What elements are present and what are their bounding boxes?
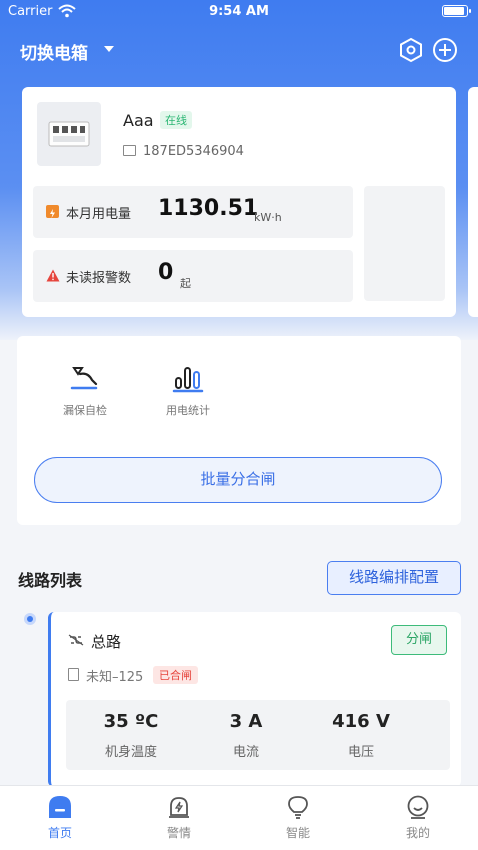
status-time: 9:54 AM — [209, 4, 269, 19]
status-bar: Carrier 9:54 AM — [0, 0, 478, 24]
chevron-down-icon[interactable] — [104, 46, 114, 52]
device-image — [37, 102, 101, 166]
bottom-tab-bar: 首页 警情 智能 我的 — [0, 785, 478, 850]
tools-card: 漏保自检 用电统计 批量分合闸 — [17, 336, 461, 525]
tab-alarm-label: 警情 — [166, 826, 191, 840]
switch-box-title[interactable]: 切换电箱 — [20, 39, 88, 64]
device-card[interactable]: Aaa 在线 187ED5346904 本月用电量 1130.51 kW·h 未… — [22, 87, 456, 317]
voltage-label: 电压 — [347, 745, 374, 760]
settings-hex-icon[interactable] — [398, 37, 424, 63]
circuit-link-icon — [68, 634, 84, 646]
timeline-dot — [24, 613, 36, 625]
monthly-usage-label: 本月用电量 — [66, 207, 132, 222]
unread-alarms-value: 0 — [158, 260, 174, 285]
statistics-label: 用电统计 — [166, 404, 210, 417]
circuit-name: 总路 — [91, 633, 122, 651]
tab-profile-label: 我的 — [405, 826, 430, 840]
circuit-config-button[interactable]: 线路编排配置 — [327, 561, 461, 595]
tab-home-label: 首页 — [47, 826, 72, 840]
battery-icon — [442, 5, 471, 17]
statistics-tool[interactable]: 用电统计 — [153, 362, 223, 418]
monthly-usage-box[interactable]: 本月用电量 1130.51 kW·h — [33, 186, 353, 238]
device-serial: 187ED5346904 — [143, 144, 244, 159]
circuit-model: 未知–125 — [86, 670, 144, 685]
statistics-icon — [172, 367, 204, 393]
temperature-label: 机身温度 — [104, 745, 157, 760]
current-metric: 3 A 电流 — [186, 711, 306, 760]
circuit-metrics: 35 ºC 机身温度 3 A 电流 416 V 电压 — [66, 700, 450, 770]
tab-home[interactable]: 首页 — [20, 794, 100, 841]
open-breaker-button[interactable]: 分闸 — [391, 625, 447, 655]
id-card-icon — [123, 145, 136, 156]
circuit-card[interactable]: 总路 分闸 未知–125 已合闸 35 ºC 机身温度 3 A 电流 416 V… — [48, 612, 461, 787]
unread-alarms-label: 未读报警数 — [66, 271, 132, 286]
profile-icon — [407, 795, 429, 819]
tab-smart[interactable]: 智能 — [258, 794, 338, 841]
voltage-value: 416 V — [332, 711, 390, 732]
leak-test-tool[interactable]: 漏保自检 — [50, 362, 120, 418]
circuit-list-title: 线路列表 — [18, 571, 83, 590]
leak-test-label: 漏保自检 — [63, 404, 107, 417]
tab-alarm[interactable]: 警情 — [139, 794, 219, 841]
closed-state-badge: 已合闸 — [153, 666, 198, 684]
device-name: Aaa — [123, 111, 154, 130]
side-panel — [364, 186, 445, 301]
batch-switch-button[interactable]: 批量分合闸 — [34, 457, 442, 503]
bulb-icon — [288, 796, 308, 819]
breaker-icon — [48, 121, 90, 147]
tab-profile[interactable]: 我的 — [378, 794, 458, 841]
temperature-value: 35 ºC — [103, 711, 159, 732]
leak-test-icon — [70, 367, 98, 390]
temperature-metric: 35 ºC 机身温度 — [71, 711, 191, 760]
current-label: 电流 — [232, 745, 259, 760]
current-value: 3 A — [229, 711, 263, 732]
online-status-badge: 在线 — [160, 111, 192, 129]
warning-icon — [46, 269, 60, 282]
document-icon — [68, 668, 79, 681]
add-icon[interactable] — [432, 37, 458, 63]
top-nav: 切换电箱 — [0, 30, 478, 70]
next-device-card-peek[interactable] — [468, 87, 478, 317]
voltage-metric: 416 V 电压 — [301, 711, 421, 760]
unread-alarms-unit: 起 — [180, 277, 191, 290]
tab-smart-label: 智能 — [285, 826, 310, 840]
home-icon — [49, 796, 71, 818]
unread-alarms-box[interactable]: 未读报警数 0 起 — [33, 250, 353, 302]
monthly-usage-unit: kW·h — [254, 211, 282, 224]
lightning-icon — [46, 205, 59, 218]
monthly-usage-value: 1130.51 — [158, 196, 259, 221]
alarm-icon — [169, 797, 189, 818]
